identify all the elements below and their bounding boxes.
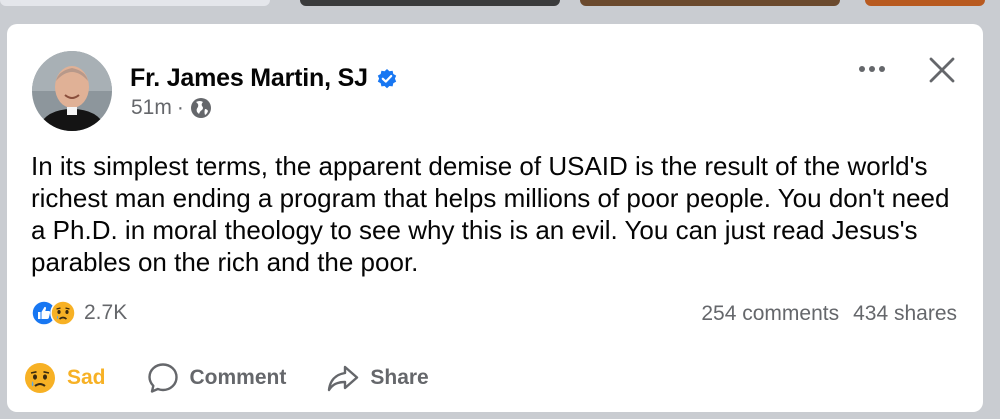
- comment-icon: [146, 361, 180, 395]
- comment-label: Comment: [189, 366, 287, 389]
- feed-background-bottom: [0, 412, 1000, 419]
- globe-icon: [190, 97, 212, 119]
- comment-share-counts: 254 comments 434 shares: [701, 302, 957, 326]
- previous-post-image: [300, 0, 560, 6]
- share-button[interactable]: Share: [326, 361, 429, 395]
- react-button[interactable]: Sad: [23, 361, 106, 395]
- comments-count[interactable]: 254 comments: [701, 302, 839, 326]
- avatar[interactable]: [32, 51, 112, 131]
- verified-badge-icon: [376, 68, 398, 90]
- author-row: Fr. James Martin, SJ: [130, 64, 398, 93]
- shares-count[interactable]: 434 shares: [853, 302, 957, 326]
- meta-separator: ·: [176, 96, 184, 119]
- previous-post-image: [580, 0, 840, 6]
- sad-icon: [50, 300, 76, 326]
- action-bar: Sad Comment Share: [23, 358, 963, 398]
- sad-icon: [23, 361, 57, 395]
- react-label: Sad: [67, 366, 106, 389]
- comment-button[interactable]: Comment: [146, 361, 287, 395]
- author-name[interactable]: Fr. James Martin, SJ: [130, 64, 368, 93]
- close-icon: [929, 57, 955, 83]
- previous-post-image: [865, 0, 985, 6]
- close-button[interactable]: [922, 50, 962, 90]
- more-options-button[interactable]: [852, 54, 892, 84]
- post-card: Fr. James Martin, SJ 51m · In its simple…: [7, 24, 983, 412]
- post-time[interactable]: 51m: [131, 96, 172, 120]
- share-label: Share: [370, 366, 429, 389]
- previous-post-image: [0, 0, 270, 6]
- feed-background-top: [0, 0, 1000, 22]
- reactions-count: 2.7K: [84, 301, 128, 324]
- share-icon: [326, 361, 360, 395]
- post-text: In its simplest terms, the apparent demi…: [31, 151, 950, 277]
- post-meta: 51m ·: [131, 96, 212, 120]
- reaction-summary[interactable]: 2.7K: [31, 300, 127, 326]
- engagement-stats: 2.7K 254 comments 434 shares: [31, 298, 957, 330]
